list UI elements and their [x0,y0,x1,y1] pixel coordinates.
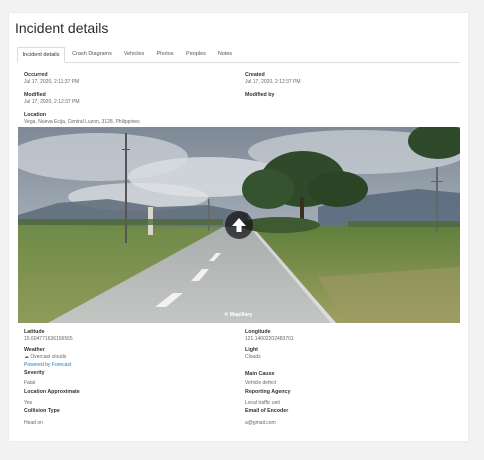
encoder-email-value: a@gmail.com [245,420,276,426]
main-cause-label: Main Cause [245,371,275,377]
navigate-forward-button[interactable] [225,211,253,239]
longitude-value: 121.14602202483701 [245,336,294,342]
location-label: Location [24,112,47,118]
occurred-label: Occurred [24,72,48,78]
tab-incident-details[interactable]: Incident details [17,47,65,63]
location-approximate-label: Location Approximate [24,389,80,395]
occurred-value: Jul 17, 2020, 2:11:37 PM [24,79,80,85]
street-view-image[interactable]: ✲ Mapillary [18,127,460,323]
severity-value: Fatal [24,380,36,386]
latitude-value: 15.604771636156565 [24,336,73,342]
tab-peoples[interactable]: Peoples [181,47,211,62]
reporting-agency-label: Reporting Agency [245,389,291,395]
tab-crash-diagrams[interactable]: Crash Diagrams [69,47,115,62]
light-value: Clouds [245,354,261,360]
location-approximate-value: Yes [24,400,33,406]
tab-photos[interactable]: Photos [151,47,179,62]
latitude-label: Latitude [24,329,45,335]
collision-type-label: Collision Type [24,408,60,414]
modified-label: Modified [24,92,46,98]
modified-value: Jul 17, 2020, 2:12:37 PM [24,99,80,105]
collision-type-value: Head on [24,420,43,426]
forecast-link[interactable]: Powered by Forecast [24,362,71,368]
severity-label: Severity [24,370,45,376]
encoder-email-label: Email of Encoder [245,408,289,414]
tab-notes[interactable]: Notes [213,47,237,62]
reporting-agency-value: Local traffic unit [245,400,280,406]
weather-label: Weather [24,347,45,353]
incident-card: Incident details Incident details Crash … [9,13,468,441]
mapillary-attribution[interactable]: ✲ Mapillary [224,312,252,318]
page-title: Incident details [15,20,109,36]
main-cause-value: Vehicle defect [245,380,277,386]
arrow-up-icon [232,218,246,232]
weather-value: ☁ Overcast clouds [24,354,67,360]
light-label: Light [245,347,258,353]
tab-vehicles[interactable]: Vehicles [119,47,149,62]
location-value: Vega, Nueva Ecija, Central Luzon, 3128, … [24,119,140,125]
longitude-label: Longitude [245,329,271,335]
created-value: Jul 17, 2020, 2:12:37 PM [245,79,301,85]
tab-bar: Incident details Crash Diagrams Vehicles… [17,47,460,63]
modified-by-label: Modified by [245,92,275,98]
created-label: Created [245,72,265,78]
